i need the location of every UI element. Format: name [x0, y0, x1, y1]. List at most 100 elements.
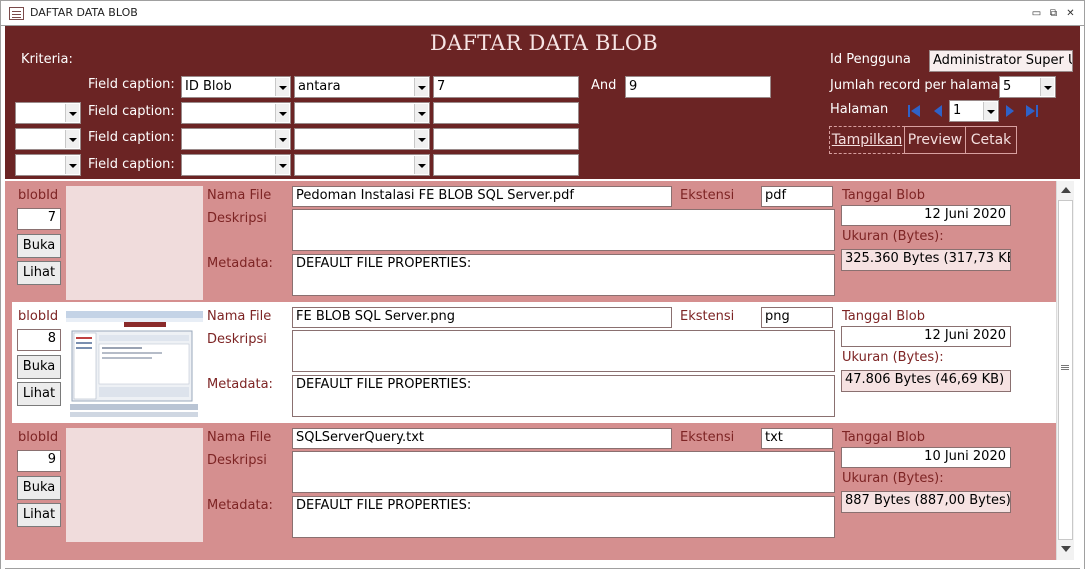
filter-operator-select[interactable] — [294, 128, 430, 150]
filter-operator-select[interactable] — [294, 154, 430, 176]
preview-button[interactable]: Preview — [904, 126, 966, 154]
view-button[interactable]: Lihat — [17, 382, 61, 406]
kriteria-label: Kriteria: — [21, 52, 73, 67]
user-id-field: Administrator Super U — [929, 50, 1073, 72]
and-label: And — [591, 78, 617, 93]
filter-operator-value: antara — [298, 79, 341, 94]
filter-field-value: ID Blob — [185, 79, 232, 94]
chevron-down-icon[interactable] — [275, 104, 289, 122]
field-caption-label: Field caption: — [88, 157, 175, 172]
page-title: DAFTAR DATA BLOB — [430, 31, 658, 55]
extension-label: Ekstensi — [680, 309, 735, 324]
record-row: blobId 7 Buka Lihat Nama File Pedoman In… — [12, 181, 1056, 302]
record-selector-strip — [5, 181, 12, 560]
filter-logic-select[interactable] — [15, 154, 81, 176]
filter-operator-select[interactable]: antara — [294, 76, 430, 98]
chevron-down-icon[interactable] — [983, 102, 997, 120]
view-button[interactable]: Lihat — [17, 261, 61, 285]
filter-field-select[interactable] — [181, 102, 291, 124]
extension-label: Ekstensi — [680, 430, 735, 445]
size-field: 325.360 Bytes (317,73 KB) — [841, 249, 1011, 271]
file-name-field[interactable]: SQLServerQuery.txt — [292, 428, 672, 449]
chevron-down-icon[interactable] — [275, 78, 289, 96]
per-page-label: Jumlah record per halaman — [830, 78, 1007, 93]
size-label: Ukuran (Bytes): — [842, 350, 944, 365]
open-button[interactable]: Buka — [17, 234, 61, 258]
description-field[interactable] — [292, 451, 835, 493]
restore-icon[interactable]: ⧉ — [1047, 7, 1060, 20]
blob-date-field[interactable]: 12 Juni 2020 — [841, 205, 1011, 226]
scroll-thumb[interactable] — [1058, 200, 1073, 540]
field-caption-label: Field caption: — [88, 77, 175, 92]
print-button[interactable]: Cetak — [965, 126, 1017, 154]
open-button[interactable]: Buka — [17, 476, 61, 500]
close-icon[interactable]: ✕ — [1064, 7, 1077, 20]
scroll-down-icon[interactable] — [1061, 546, 1071, 552]
size-label: Ukuran (Bytes): — [842, 471, 944, 486]
blob-thumbnail[interactable] — [66, 186, 203, 300]
chevron-down-icon[interactable] — [414, 104, 428, 122]
description-field[interactable] — [292, 209, 835, 251]
per-page-select[interactable]: 5 — [999, 76, 1056, 98]
next-page-icon[interactable] — [1003, 104, 1017, 118]
extension-field[interactable]: png — [761, 307, 833, 328]
file-name-field[interactable]: FE BLOB SQL Server.png — [292, 307, 672, 328]
first-page-icon[interactable] — [907, 104, 921, 118]
size-field: 887 Bytes (887,00 Bytes) — [841, 491, 1011, 513]
filter-field-select[interactable] — [181, 154, 291, 176]
filter-logic-select[interactable] — [15, 128, 81, 150]
user-label: Id Pengguna — [830, 52, 911, 67]
file-name-field[interactable]: Pedoman Instalasi FE BLOB SQL Server.pdf — [292, 186, 672, 207]
last-page-icon[interactable] — [1025, 104, 1039, 118]
window-title-bar: DAFTAR DATA BLOB ▭ ⧉ ✕ — [0, 0, 1085, 26]
filter-operator-select[interactable] — [294, 102, 430, 124]
blob-id-field[interactable]: 9 — [17, 450, 61, 472]
blob-id-field[interactable]: 7 — [17, 208, 61, 230]
window-frame-bottom — [5, 560, 1080, 569]
extension-field[interactable]: txt — [761, 428, 833, 449]
filter-field-select[interactable]: ID Blob — [181, 76, 291, 98]
filter-value1-input[interactable] — [433, 128, 579, 150]
blob-id-label: blobId — [18, 430, 59, 445]
metadata-field[interactable]: DEFAULT FILE PROPERTIES: — [292, 375, 835, 417]
minimize-icon[interactable]: ▭ — [1030, 7, 1043, 20]
metadata-field[interactable]: DEFAULT FILE PROPERTIES: — [292, 496, 835, 538]
blob-thumbnail[interactable] — [66, 307, 203, 421]
metadata-field[interactable]: DEFAULT FILE PROPERTIES: — [292, 254, 835, 296]
blob-id-field[interactable]: 8 — [17, 329, 61, 351]
chevron-down-icon[interactable] — [65, 130, 79, 148]
scroll-up-icon[interactable] — [1061, 187, 1071, 193]
description-label: Deskripsi — [207, 211, 267, 226]
previous-page-icon[interactable] — [931, 104, 945, 118]
metadata-label: Metadata: — [207, 377, 273, 392]
filter-field-select[interactable] — [181, 128, 291, 150]
blob-thumbnail[interactable] — [66, 428, 203, 542]
open-button[interactable]: Buka — [17, 355, 61, 379]
blob-date-field[interactable]: 12 Juni 2020 — [841, 326, 1011, 347]
filter-value1-input[interactable] — [433, 102, 579, 124]
filter-logic-select[interactable] — [15, 102, 81, 124]
blob-date-field[interactable]: 10 Juni 2020 — [841, 447, 1011, 468]
file-name-label: Nama File — [207, 309, 272, 324]
chevron-down-icon[interactable] — [414, 78, 428, 96]
page-select[interactable]: 1 — [949, 100, 999, 122]
chevron-down-icon[interactable] — [275, 156, 289, 174]
header-divider — [5, 179, 1080, 181]
chevron-down-icon[interactable] — [414, 130, 428, 148]
show-button[interactable]: Tampilkan — [829, 126, 905, 154]
chevron-down-icon[interactable] — [1040, 78, 1054, 96]
extension-field[interactable]: pdf — [761, 186, 833, 207]
vertical-scrollbar[interactable] — [1056, 181, 1074, 560]
filter-value1-input[interactable]: 7 — [433, 76, 579, 98]
chevron-down-icon[interactable] — [65, 156, 79, 174]
view-button[interactable]: Lihat — [17, 503, 61, 527]
blob-id-label: blobId — [18, 309, 59, 324]
filter-value2-input[interactable]: 9 — [625, 76, 771, 98]
file-name-label: Nama File — [207, 188, 272, 203]
chevron-down-icon[interactable] — [275, 130, 289, 148]
filter-value1-input[interactable] — [433, 154, 579, 176]
chevron-down-icon[interactable] — [414, 156, 428, 174]
description-field[interactable] — [292, 330, 835, 372]
description-label: Deskripsi — [207, 332, 267, 347]
chevron-down-icon[interactable] — [65, 104, 79, 122]
